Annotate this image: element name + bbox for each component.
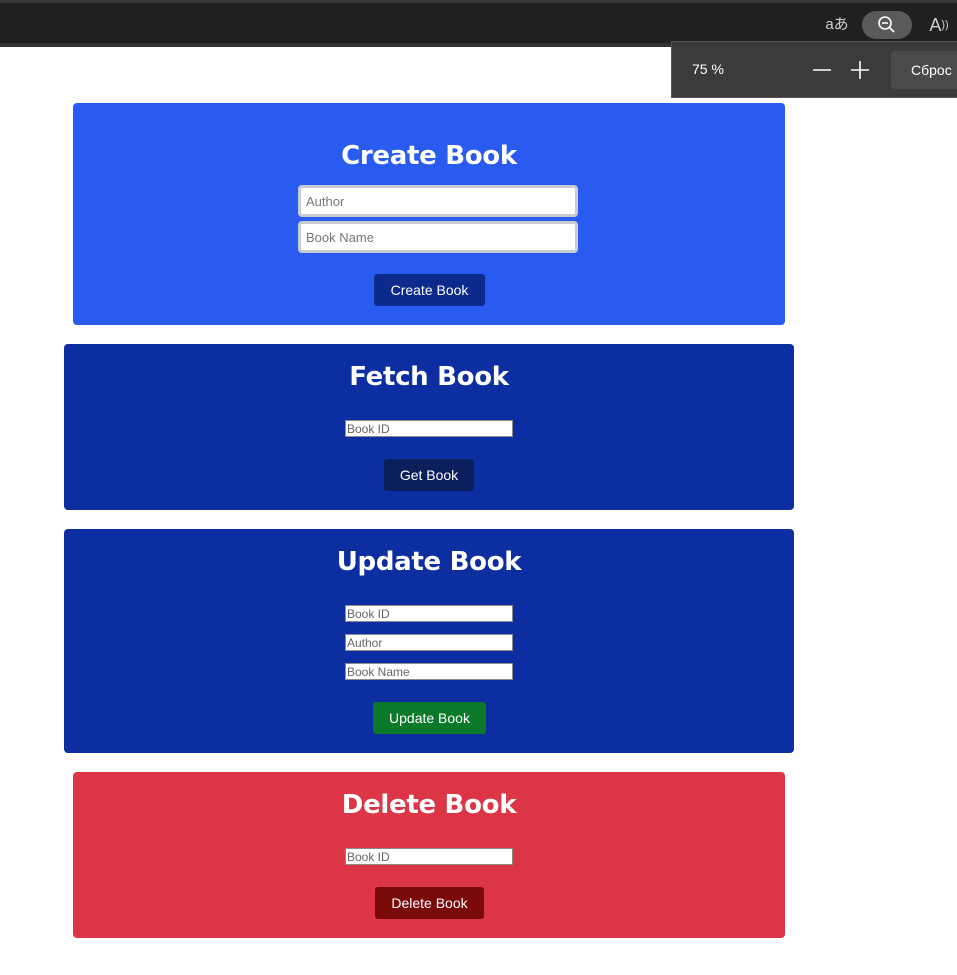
browser-toolbar: aあ A))	[0, 0, 957, 47]
zoom-icon[interactable]	[862, 11, 912, 39]
delete-book-title: Delete Book	[341, 790, 517, 820]
zoom-reset-button[interactable]: Сброс	[891, 51, 957, 89]
plus-icon	[851, 61, 869, 79]
translate-icon[interactable]: aあ	[822, 11, 852, 39]
update-book-button[interactable]: Update Book	[373, 702, 486, 734]
delete-book-button[interactable]: Delete Book	[375, 887, 484, 919]
create-book-title: Create Book	[341, 141, 517, 171]
delete-book-card: Delete Book Delete Book	[73, 772, 785, 938]
update-book-name-input[interactable]	[345, 663, 513, 680]
update-book-id-input[interactable]	[345, 605, 513, 622]
fetch-book-id-input[interactable]	[345, 420, 513, 437]
get-book-button[interactable]: Get Book	[384, 459, 474, 491]
read-aloud-icon[interactable]: A))	[924, 11, 954, 39]
update-book-card: Update Book Update Book	[64, 529, 794, 753]
zoom-popup: 75 % Сброс	[671, 41, 957, 98]
create-author-input[interactable]	[298, 185, 578, 217]
zoom-in-button[interactable]	[845, 52, 875, 88]
fetch-book-title: Fetch Book	[349, 362, 509, 392]
zoom-out-button[interactable]	[807, 52, 837, 88]
create-book-button[interactable]: Create Book	[374, 274, 485, 306]
create-book-name-input[interactable]	[298, 221, 578, 253]
delete-book-id-input[interactable]	[345, 848, 513, 865]
zoom-level: 75 %	[692, 61, 724, 77]
minus-icon	[813, 69, 831, 71]
update-author-input[interactable]	[345, 634, 513, 651]
fetch-book-card: Fetch Book Get Book	[64, 344, 794, 510]
create-book-card: Create Book Create Book	[73, 103, 785, 325]
update-book-title: Update Book	[336, 547, 522, 577]
